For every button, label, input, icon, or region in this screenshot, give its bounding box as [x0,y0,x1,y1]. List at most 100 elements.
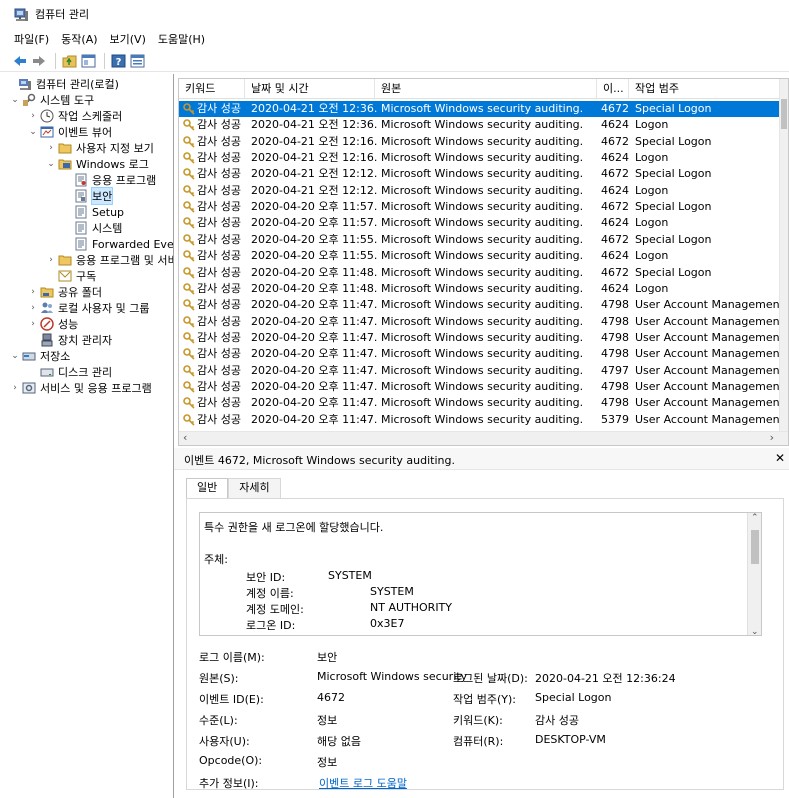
cell-event-id: 4798 [601,330,629,344]
menu-file[interactable]: 파일(F) [14,31,49,47]
cell-task-category: Special Logon [635,200,712,214]
tree-item-setup-log[interactable]: Setup [74,204,124,220]
message-account-domain: NT AUTHORITY [370,601,452,614]
column-header-task-category[interactable]: 작업 범주 [629,79,781,99]
forward-arrow-icon[interactable] [31,53,47,69]
cell-keyword: 감사 성공 [197,281,241,295]
tree-item-system-log[interactable]: 시스템 [74,220,122,236]
table-row[interactable]: 감사 성공 2020-04-20 오후 11:47... Microsoft Win… [179,363,781,379]
cell-keyword: 감사 성공 [197,363,241,377]
computer-management-icon [14,8,28,21]
table-row[interactable]: 감사 성공 2020-04-20 오후 11:47... Microsoft Win… [179,297,781,313]
tab-general[interactable]: 일반 [186,478,229,498]
scroll-right-icon[interactable]: › [770,431,774,444]
subscription-icon [58,270,72,282]
chevron-right-icon[interactable]: › [28,303,38,313]
table-row[interactable]: 감사 성공 2020-04-20 오후 11:47... Microsoft Win… [179,412,781,428]
table-row[interactable]: 감사 성공 2020-04-21 오전 12:36... Microsoft Win… [179,101,781,117]
tree-item-disk-management[interactable]: 디스크 관리 [40,364,112,380]
tree-item-subscriptions[interactable]: 구독 [58,268,96,284]
column-header-keywords[interactable]: 키워드 [179,79,245,99]
tree-item-local-users-groups[interactable]: › 로컬 사용자 및 그룹 [28,300,149,316]
tree-item-device-manager[interactable]: 장치 관리자 [40,332,112,348]
table-row[interactable]: 감사 성공 2020-04-21 오전 12:12... Microsoft Win… [179,183,781,199]
tree-item-windows-logs[interactable]: ⌄ Windows 로그 [46,156,149,172]
properties-icon[interactable] [129,53,145,69]
source-value: Microsoft Windows security [317,670,468,683]
table-row[interactable]: 감사 성공 2020-04-20 오후 11:47... Microsoft Win… [179,395,781,411]
tree-item-services-apps[interactable]: › 서비스 및 응용 프로그램 [10,380,152,396]
console-tree-icon[interactable] [80,53,96,69]
cell-event-id: 4798 [601,298,629,312]
tree-item-system-tools[interactable]: ⌄ 시스템 도구 [10,92,94,108]
chevron-right-icon[interactable]: › [28,319,38,329]
tree-item-computer-management[interactable]: 컴퓨터 관리(로컬) [6,76,119,92]
table-row[interactable]: 감사 성공 2020-04-20 오후 11:47... Microsoft Win… [179,346,781,362]
event-message-box[interactable]: 특수 권한을 새 로그온에 할당했습니다. 주체: 보안 ID: SYSTEM … [199,512,762,636]
chevron-down-icon[interactable]: ⌄ [10,351,20,361]
cell-source: Microsoft Windows security auditing. [381,412,584,426]
column-header-datetime[interactable]: 날짜 및 시간 [245,79,375,99]
table-row[interactable]: 감사 성공 2020-04-20 오후 11:55... Microsoft Win… [179,232,781,248]
chevron-right-icon[interactable]: › [46,255,56,265]
tree-item-forwarded-events[interactable]: Forwarded Events [74,236,173,252]
back-arrow-icon[interactable] [12,53,28,69]
menu-view[interactable]: 보기(V) [110,31,146,47]
scroll-up-icon[interactable]: ⌃ [751,513,759,523]
event-log-help-link[interactable]: 이벤트 로그 도움말 [319,775,407,791]
audit-success-key-icon [183,201,195,213]
table-row[interactable]: 감사 성공 2020-04-20 오후 11:47... Microsoft Win… [179,330,781,346]
table-row[interactable]: 감사 성공 2020-04-20 오후 11:57... Microsoft Win… [179,215,781,231]
chevron-right-icon[interactable]: › [10,383,20,393]
menu-help[interactable]: 도움말(H) [158,31,205,47]
disk-icon [40,368,54,377]
tree-item-security-log[interactable]: 보안 [74,187,114,205]
menu-action[interactable]: 동작(A) [61,31,97,47]
tree-item-performance[interactable]: › 성능 [28,316,78,332]
message-logon-id-label: 로그온 ID: [246,619,296,632]
horizontal-scrollbar[interactable]: ‹ › [179,431,788,445]
chevron-down-icon[interactable]: ⌄ [28,127,38,137]
tree-item-storage[interactable]: ⌄ 저장소 [10,348,70,364]
logged-label: 로그된 날짜(D): [453,672,528,685]
chevron-right-icon[interactable]: › [28,287,38,297]
tree-item-application-log[interactable]: 응용 프로그램 [74,172,156,188]
up-folder-icon[interactable] [61,53,77,69]
opcode-value: 정보 [317,756,338,769]
chevron-right-icon[interactable]: › [28,111,38,121]
column-header-source[interactable]: 원본 [375,79,597,99]
column-header-event-id[interactable]: 이... [597,79,629,99]
vertical-scrollbar[interactable] [779,79,788,433]
tab-details[interactable]: 자세히 [228,478,281,498]
table-row[interactable]: 감사 성공 2020-04-21 오전 12:36... Microsoft Win… [179,117,781,133]
tree-item-custom-views[interactable]: › 사용자 지정 보기 [46,140,154,156]
message-scrollbar[interactable]: ⌃ ⌄ [747,513,761,635]
tree-item-app-service-logs[interactable]: › 응용 프로그램 및 서비스 로그 [46,252,173,268]
tree-item-event-viewer[interactable]: ⌄ 이벤트 뷰어 [28,124,112,140]
table-row[interactable]: 감사 성공 2020-04-21 오전 12:12... Microsoft Win… [179,166,781,182]
table-row[interactable]: 감사 성공 2020-04-20 오후 11:57... Microsoft Win… [179,199,781,215]
table-row[interactable]: 감사 성공 2020-04-20 오후 11:47... Microsoft Win… [179,314,781,330]
scroll-down-icon[interactable]: ⌄ [751,627,759,635]
table-row[interactable]: 감사 성공 2020-04-20 오후 11:48... Microsoft Win… [179,281,781,297]
audit-success-key-icon [183,217,195,230]
cell-datetime: 2020-04-21 오전 12:12... [251,167,377,181]
event-detail-header: 이벤트 4672, Microsoft Windows security aud… [174,448,789,470]
table-row[interactable]: 감사 성공 2020-04-21 오전 12:16... Microsoft Win… [179,134,781,150]
help-icon[interactable]: ? [110,53,126,69]
scrollbar-thumb[interactable] [751,530,759,564]
cell-keyword: 감사 성공 [197,314,241,328]
tree-item-shared-folders[interactable]: › 공유 폴더 [28,284,102,300]
chevron-down-icon[interactable]: ⌄ [46,159,56,169]
chevron-down-icon[interactable]: ⌄ [10,95,20,105]
table-row[interactable]: 감사 성공 2020-04-20 오후 11:48... Microsoft Win… [179,265,781,281]
chevron-right-icon[interactable]: › [46,143,56,153]
cell-event-id: 4798 [601,396,629,410]
table-row[interactable]: 감사 성공 2020-04-21 오전 12:16... Microsoft Win… [179,150,781,166]
close-icon[interactable]: ✕ [775,451,785,465]
tree-item-task-scheduler[interactable]: › 작업 스케줄러 [28,108,122,124]
table-row[interactable]: 감사 성공 2020-04-20 오후 11:47... Microsoft Win… [179,379,781,395]
scrollbar-thumb[interactable] [781,99,787,129]
table-row[interactable]: 감사 성공 2020-04-20 오후 11:55... Microsoft Win… [179,248,781,264]
scroll-left-icon[interactable]: ‹ [183,431,187,444]
